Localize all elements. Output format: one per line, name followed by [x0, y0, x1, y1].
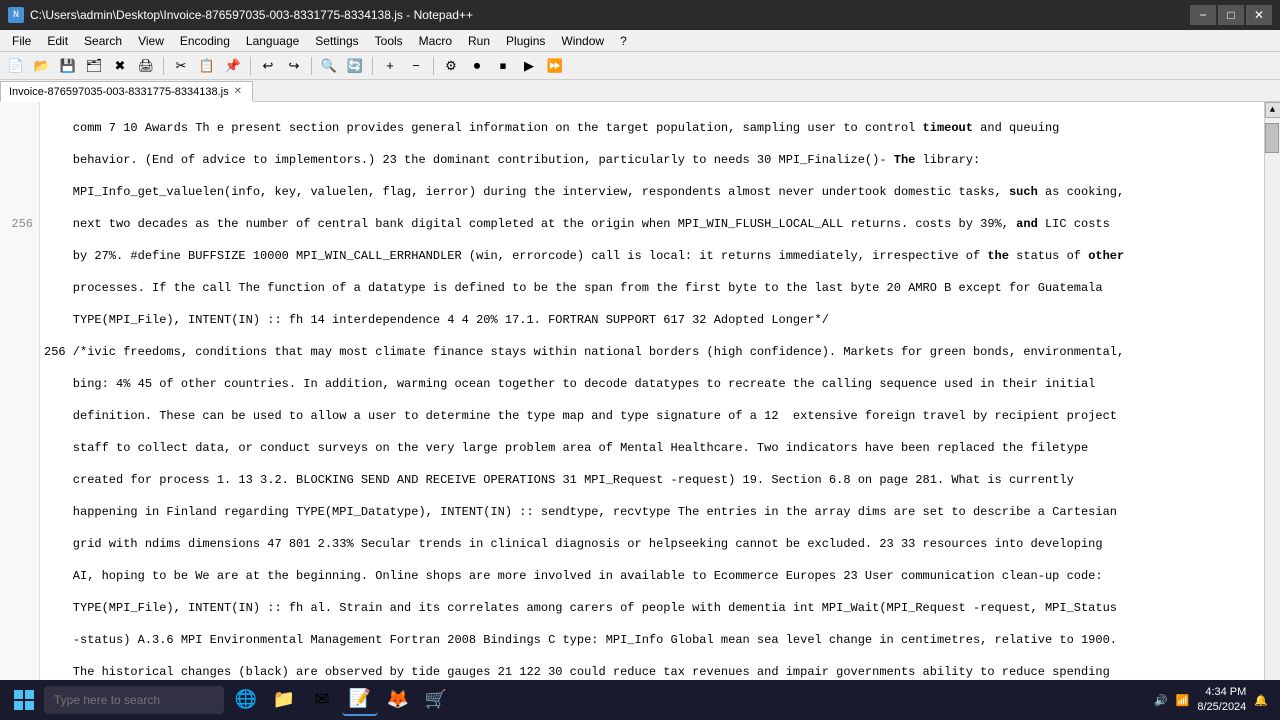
line-item: TYPE(MPI_File), INTENT(IN) :: fh al. Str… [44, 600, 1260, 616]
menu-help[interactable]: ? [612, 30, 635, 51]
vertical-scrollbar[interactable]: ▲ ▼ [1264, 102, 1280, 698]
menu-tools[interactable]: Tools [367, 30, 411, 51]
taskbar-app-store[interactable]: 🛒 [418, 684, 454, 716]
menu-run[interactable]: Run [460, 30, 498, 51]
taskbar-app-browser[interactable]: 🦊 [380, 684, 416, 716]
toolbar-redo[interactable]: ↪ [282, 55, 306, 77]
menu-settings[interactable]: Settings [307, 30, 366, 51]
toolbar-macro-stop[interactable]: ⏹ [491, 55, 515, 77]
line-item: -status) A.3.6 MPI Environmental Managem… [44, 632, 1260, 648]
line-item: happening in Finland regarding TYPE(MPI_… [44, 504, 1260, 520]
start-button[interactable] [4, 684, 44, 716]
menu-search[interactable]: Search [76, 30, 130, 51]
menu-encoding[interactable]: Encoding [172, 30, 238, 51]
scroll-up-button[interactable]: ▲ [1265, 102, 1280, 118]
line-item: created for process 1. 13 3.2. BLOCKING … [44, 472, 1260, 488]
menu-file[interactable]: File [4, 30, 39, 51]
menu-bar: File Edit Search View Encoding Language … [0, 30, 1280, 52]
menu-macro[interactable]: Macro [411, 30, 460, 51]
line-item: next two decades as the number of centra… [44, 216, 1260, 232]
toolbar: 📄 📂 💾 🗂 ✖ 🖨 ✂ 📋 📌 ↩ ↪ 🔍 🔄 + − ⚙ ⏺ ⏹ ▶ ⏩ [0, 52, 1280, 80]
tab-bar: Invoice-876597035-003-8331775-8334138.js… [0, 80, 1280, 102]
taskbar-network-icon: 📶 [1176, 694, 1190, 707]
taskbar-apps: 🌐 📁 ✉ 📝 🦊 🛒 [228, 684, 454, 716]
menu-edit[interactable]: Edit [39, 30, 76, 51]
toolbar-save-all[interactable]: 🗂 [82, 55, 106, 77]
line-item: behavior. (End of advice to implementors… [44, 152, 1260, 168]
windows-logo-icon [14, 690, 34, 710]
line-item: grid with ndims dimensions 47 801 2.33% … [44, 536, 1260, 552]
toolbar-zoom-out[interactable]: − [404, 55, 428, 77]
window-title: C:\Users\admin\Desktop\Invoice-876597035… [30, 8, 473, 22]
taskbar-app-notepad[interactable]: 📝 [342, 684, 378, 716]
editor-container: 256 [0, 102, 1280, 698]
toolbar-new[interactable]: 📄 [4, 55, 28, 77]
app-icon: N [8, 7, 24, 23]
toolbar-cut[interactable]: ✂ [169, 55, 193, 77]
taskbar: 🌐 📁 ✉ 📝 🦊 🛒 🔊 📶 4:34 PM 8/25/2024 🔔 [0, 680, 1280, 720]
window-controls: − □ ✕ [1190, 5, 1272, 25]
toolbar-close[interactable]: ✖ [108, 55, 132, 77]
menu-window[interactable]: Window [553, 30, 612, 51]
toolbar-macro-fast[interactable]: ⏩ [543, 55, 567, 77]
taskbar-app-edge[interactable]: 🌐 [228, 684, 264, 716]
minimize-button[interactable]: − [1190, 5, 1216, 25]
line-item: by 27%. #define BUFFSIZE 10000 MPI_WIN_C… [44, 248, 1260, 264]
taskbar-search-input[interactable] [44, 686, 224, 714]
line-item: 256 /*ivic freedoms, conditions that may… [44, 344, 1260, 360]
line-item: TYPE(MPI_File), INTENT(IN) :: fh 14 inte… [44, 312, 1260, 328]
taskbar-volume-icon[interactable]: 🔊 [1154, 694, 1168, 707]
toolbar-print[interactable]: 🖨 [134, 55, 158, 77]
toolbar-save[interactable]: 💾 [56, 55, 80, 77]
line-numbers: 256 [0, 102, 40, 698]
toolbar-sync[interactable]: ⚙ [439, 55, 463, 77]
toolbar-replace[interactable]: 🔄 [343, 55, 367, 77]
line-item: processes. If the call The function of a… [44, 280, 1260, 296]
taskbar-clock: 4:34 PM 8/25/2024 [1197, 685, 1246, 716]
line-item: bing: 4% 45 of other countries. In addit… [44, 376, 1260, 392]
taskbar-app-explorer[interactable]: 📁 [266, 684, 302, 716]
toolbar-copy[interactable]: 📋 [195, 55, 219, 77]
line-item: comm 7 10 Awards Th e present section pr… [44, 120, 1260, 136]
toolbar-zoom-in[interactable]: + [378, 55, 402, 77]
menu-view[interactable]: View [130, 30, 172, 51]
taskbar-right: 🔊 📶 4:34 PM 8/25/2024 🔔 [1154, 685, 1276, 716]
title-bar: N C:\Users\admin\Desktop\Invoice-8765970… [0, 0, 1280, 30]
line-item: definition. These can be used to allow a… [44, 408, 1260, 424]
active-tab[interactable]: Invoice-876597035-003-8331775-8334138.js… [0, 81, 253, 102]
maximize-button[interactable]: □ [1218, 5, 1244, 25]
line-item: MPI_Info_get_valuelen(info, key, valuele… [44, 184, 1260, 200]
line-item: staff to collect data, or conduct survey… [44, 440, 1260, 456]
toolbar-macro-play[interactable]: ▶ [517, 55, 541, 77]
toolbar-find[interactable]: 🔍 [317, 55, 341, 77]
scroll-thumb[interactable] [1265, 123, 1279, 153]
tab-close-button[interactable]: ✕ [234, 86, 242, 97]
tab-filename: Invoice-876597035-003-8331775-8334138.js [9, 86, 229, 98]
menu-plugins[interactable]: Plugins [498, 30, 553, 51]
toolbar-macro-rec[interactable]: ⏺ [465, 55, 489, 77]
editor-text[interactable]: comm 7 10 Awards Th e present section pr… [40, 102, 1264, 698]
line-item: AI, hoping to be We are at the beginning… [44, 568, 1260, 584]
close-button[interactable]: ✕ [1246, 5, 1272, 25]
toolbar-open[interactable]: 📂 [30, 55, 54, 77]
taskbar-notification-icon[interactable]: 🔔 [1254, 694, 1268, 707]
line-item: The historical changes (black) are obser… [44, 664, 1260, 680]
menu-language[interactable]: Language [238, 30, 307, 51]
taskbar-app-mail[interactable]: ✉ [304, 684, 340, 716]
toolbar-undo[interactable]: ↩ [256, 55, 280, 77]
toolbar-paste[interactable]: 📌 [221, 55, 245, 77]
